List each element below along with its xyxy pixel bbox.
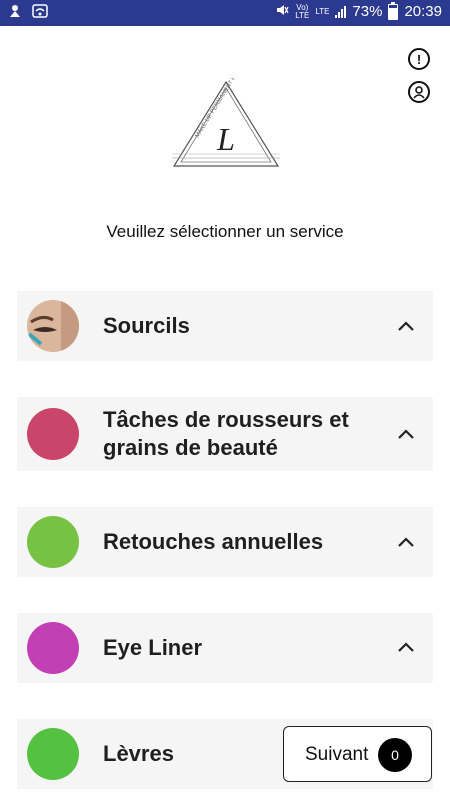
service-color-swatch [27,516,79,568]
page-prompt: Veuillez sélectionner un service [106,222,344,241]
service-title: Eye Liner [103,635,203,660]
service-title: Sourcils [103,313,190,338]
service-card-sourcils[interactable]: Sourcils [17,291,433,361]
service-color-swatch [27,622,79,674]
chevron-up-icon[interactable] [396,427,416,441]
service-card-retouches[interactable]: Retouches annuelles [17,507,433,577]
service-color-swatch [27,408,79,460]
service-title: Retouches annuelles [103,529,324,554]
service-card-taches[interactable]: Tâches de rousseurs et grains de beauté [17,397,433,471]
alert-circle-icon[interactable]: ! [408,48,430,70]
service-title: Tâches de rousseurs et grains de beauté [103,407,349,460]
wifi-icon [32,4,48,21]
account-icon[interactable] [408,81,430,103]
chevron-up-icon[interactable] [396,535,416,549]
next-button[interactable]: Suivant 0 [283,726,432,782]
lte-label: LTE [315,6,330,16]
logo-letter: L [216,121,235,157]
selection-count-badge: 0 [378,738,412,772]
battery-icon [388,1,399,20]
chevron-up-icon[interactable] [396,640,416,654]
service-card-eye-liner[interactable]: Eye Liner [17,613,433,683]
notification-icon [8,4,22,21]
clock: 20:39 [404,3,442,20]
mute-icon [275,3,289,20]
signal-icon [335,5,347,18]
service-color-swatch [27,728,79,780]
chevron-up-icon[interactable] [396,319,416,333]
brand-logo: L MAKE UP PERMANENT PROFESSIONAL [170,38,282,170]
battery-percent: 73% [352,3,383,20]
service-image [27,300,79,352]
status-bar: Vo) LTE LTE 73% 20:39 [0,0,450,26]
volte-label: Vo) LTE [295,2,310,20]
next-button-label: Suivant [305,744,369,765]
